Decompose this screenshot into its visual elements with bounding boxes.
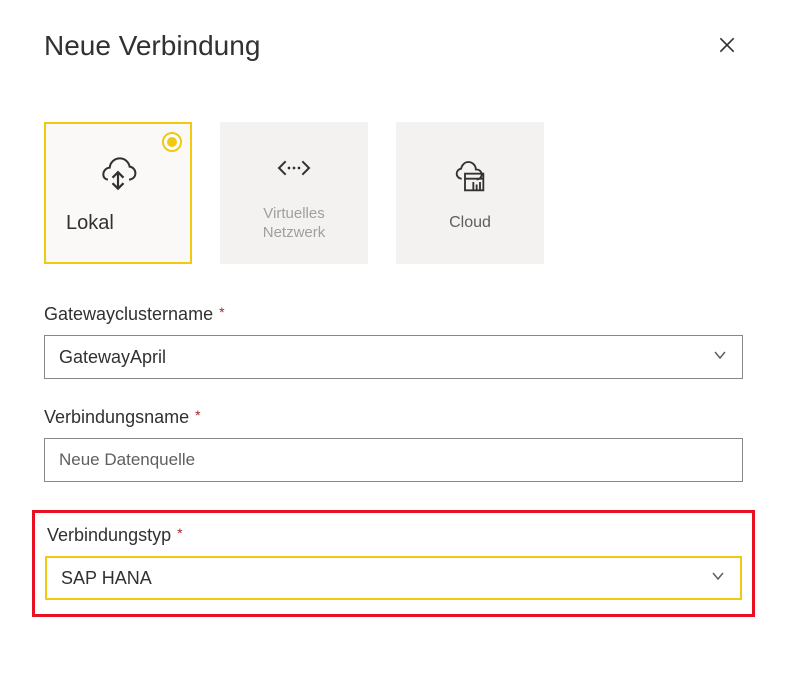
tile-local[interactable]: Lokal	[44, 122, 192, 264]
connection-name-input[interactable]	[44, 438, 743, 482]
cloud-gateway-icon	[96, 150, 140, 198]
required-asterisk: *	[195, 407, 200, 423]
tile-cloud[interactable]: Cloud	[396, 122, 544, 264]
required-asterisk: *	[219, 304, 224, 320]
tile-virtual-network[interactable]: Virtuelles Netzwerk	[220, 122, 368, 264]
cloud-data-icon	[450, 153, 490, 201]
radio-selected-icon	[162, 132, 182, 152]
connection-type-highlight: Verbindungstyp* SAP HANA	[32, 510, 755, 617]
chevron-down-icon	[710, 568, 726, 589]
chevron-down-icon	[712, 347, 728, 368]
connection-type-value: SAP HANA	[61, 568, 152, 589]
gateway-cluster-label: Gatewayclustername*	[44, 304, 743, 325]
close-icon	[717, 35, 737, 58]
close-button[interactable]	[711, 30, 743, 62]
connection-name-label: Verbindungsname*	[44, 407, 743, 428]
gateway-cluster-value: GatewayApril	[59, 347, 166, 368]
required-asterisk: *	[177, 525, 182, 541]
gateway-cluster-dropdown[interactable]: GatewayApril	[44, 335, 743, 379]
connection-type-dropdown[interactable]: SAP HANA	[45, 556, 742, 600]
tile-cloud-label: Cloud	[449, 213, 491, 234]
tile-vnet-label: Virtuelles Netzwerk	[230, 204, 358, 243]
connection-type-label: Verbindungstyp*	[47, 525, 742, 546]
connection-type-tiles: Lokal Virtuelles Netzwerk Cloud	[44, 122, 743, 264]
page-title: Neue Verbindung	[44, 30, 260, 62]
network-icon	[274, 144, 314, 192]
tile-local-label: Lokal	[54, 210, 114, 236]
